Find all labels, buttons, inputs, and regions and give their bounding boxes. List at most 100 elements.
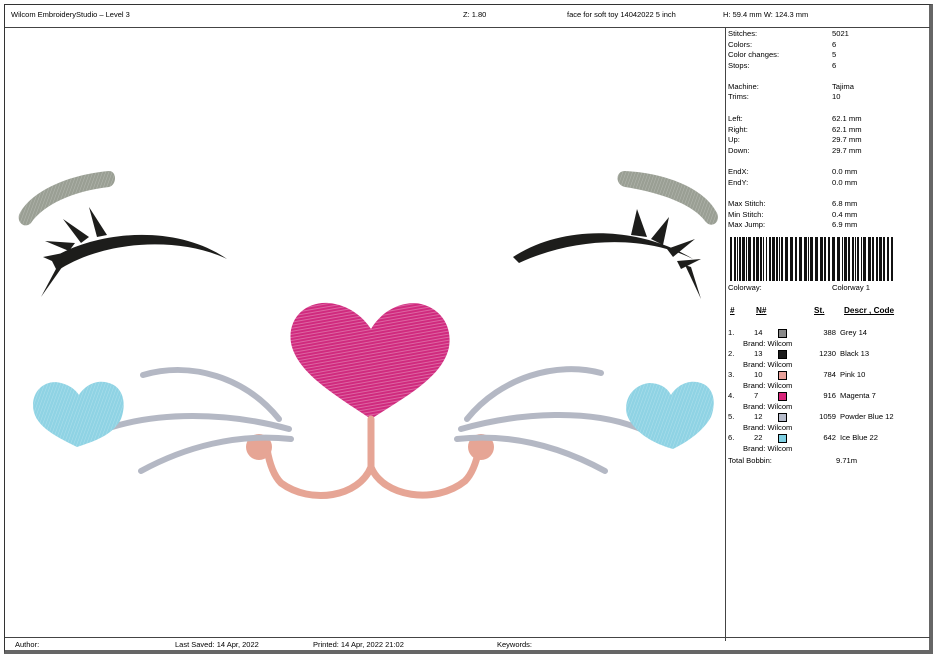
barcode-bar [737,237,738,281]
barcode-bar [824,237,826,281]
stat-label: Max Jump: [728,220,766,229]
thread-color-swatch [778,392,787,401]
stat-value: 10 [832,92,841,101]
stat-label: EndY: [728,178,749,187]
stat-value: 0.4 mm [832,210,858,219]
stat-label: Trims: [728,92,749,101]
barcode-bar [868,237,871,281]
embroidery-design-canvas [5,27,725,641]
stat-label: Min Stitch: [728,210,764,219]
thread-description: Powder Blue 12 [840,412,894,421]
barcode-bar [852,237,854,281]
footer-keywords: Keywords: [497,640,533,649]
nose-heart [290,302,450,419]
barcode-bar [879,237,882,281]
barcode-bar [837,237,840,281]
right-lash-2 [651,217,669,245]
stat-row: Left: 62.1 mm [728,114,928,124]
right-lash-5 [685,265,701,299]
thread-header-stitches: St. [814,306,825,315]
thread-stitches: 784 [823,370,836,379]
stat-row: Right: 62.1 mm [728,125,928,135]
cat-face-design [18,171,718,499]
barcode-bar [855,237,856,281]
barcode-bar [763,237,764,281]
thread-stitches: 916 [823,391,836,400]
thread-color-swatch [778,329,787,338]
barcode-bar [842,237,843,281]
design-dimensions: H: 59.4 mm W: 124.3 mm [723,10,809,19]
stat-row: Max Jump: 6.9 mm [728,220,928,230]
left-eye-lashes [41,207,227,297]
thread-brand: Brand: Wilcom [743,381,793,390]
stat-value: 0.0 mm [832,178,858,187]
barcode-bar [739,237,741,281]
barcode-bar [756,237,759,281]
design-name: face for soft toy 14042022 5 inch [567,10,676,19]
stat-row: Machine: Tajima [728,82,928,92]
stat-value: Tajima [832,82,854,91]
left-whisker-2 [92,413,292,436]
barcode-bar [795,237,797,281]
thread-description: Magenta 7 [840,391,876,400]
thread-index: 6. [728,433,735,442]
barcode-bar [785,237,788,281]
stat-value: 0.0 mm [832,167,858,176]
colorway-value: Colorway 1 [832,283,870,292]
thread-needle: 7 [754,391,759,400]
barcode-bar [790,237,793,281]
left-lash-3 [63,219,89,243]
stat-row: Down: 29.7 mm [728,146,928,156]
stat-row: Max Stitch: 6.8 mm [728,199,928,209]
thread-brand: Brand: Wilcom [743,402,793,411]
thread-needle: 10 [754,370,763,379]
thread-needle: 22 [754,433,763,442]
thread-stitches: 1230 [819,349,836,358]
barcode-bar [872,237,874,281]
mouth [263,415,483,499]
thread-description: Pink 10 [840,370,866,379]
thread-color-swatch [778,434,787,443]
thread-brand: Brand: Wilcom [743,444,793,453]
barcode-bar [742,237,745,281]
right-lash-1 [631,209,647,237]
stat-value: 29.7 mm [832,135,862,144]
thread-index: 3. [728,370,735,379]
left-lash-4 [89,207,107,237]
thread-description: Ice Blue 22 [840,433,878,442]
print-frame: Wilcom EmbroideryStudio – Level 3 Z: 1.8… [4,4,933,654]
thread-brand: Brand: Wilcom [743,360,793,369]
thread-needle: 14 [754,328,763,337]
stat-value: 5021 [832,29,849,38]
barcode-bar [810,237,813,281]
print-preview-page: Wilcom EmbroideryStudio – Level 3 Z: 1.8… [0,0,941,659]
thread-stitches: 1059 [819,412,836,421]
thread-description: Grey 14 [840,328,868,337]
barcode-bar [734,237,736,281]
barcode-bar [828,237,830,281]
right-lash-3 [667,239,695,257]
thread-row: 4. 7 916 Magenta 7 Brand: Wilcom [728,391,928,413]
barcode-bar [779,237,780,281]
barcode-bar [815,237,818,281]
colorway-label: Colorway: [728,283,762,292]
left-eye-line [51,234,227,271]
barcode-bar [746,237,747,281]
thread-color-swatch [778,371,787,380]
barcode-bar [748,237,751,281]
thread-color-swatch [778,350,787,359]
barcode-bar [844,237,847,281]
stat-value: 62.1 mm [832,125,862,134]
thread-brand: Brand: Wilcom [743,423,793,432]
header-bar: Wilcom EmbroideryStudio – Level 3 Z: 1.8… [5,5,930,28]
left-eyebrow [18,171,116,226]
stat-row: EndX: 0.0 mm [728,167,928,177]
stat-label: Machine: [728,82,759,91]
thread-row: 1. 14 388 Grey 14 Brand: Wilcom [728,328,928,350]
app-title: Wilcom EmbroideryStudio – Level 3 [11,10,130,19]
right-whisker-1 [464,366,604,422]
right-eye-lashes [513,209,701,299]
total-bobbin-value: 9.71m [836,456,858,465]
left-cheek-heart [33,381,124,447]
barcode-bar [799,237,802,281]
